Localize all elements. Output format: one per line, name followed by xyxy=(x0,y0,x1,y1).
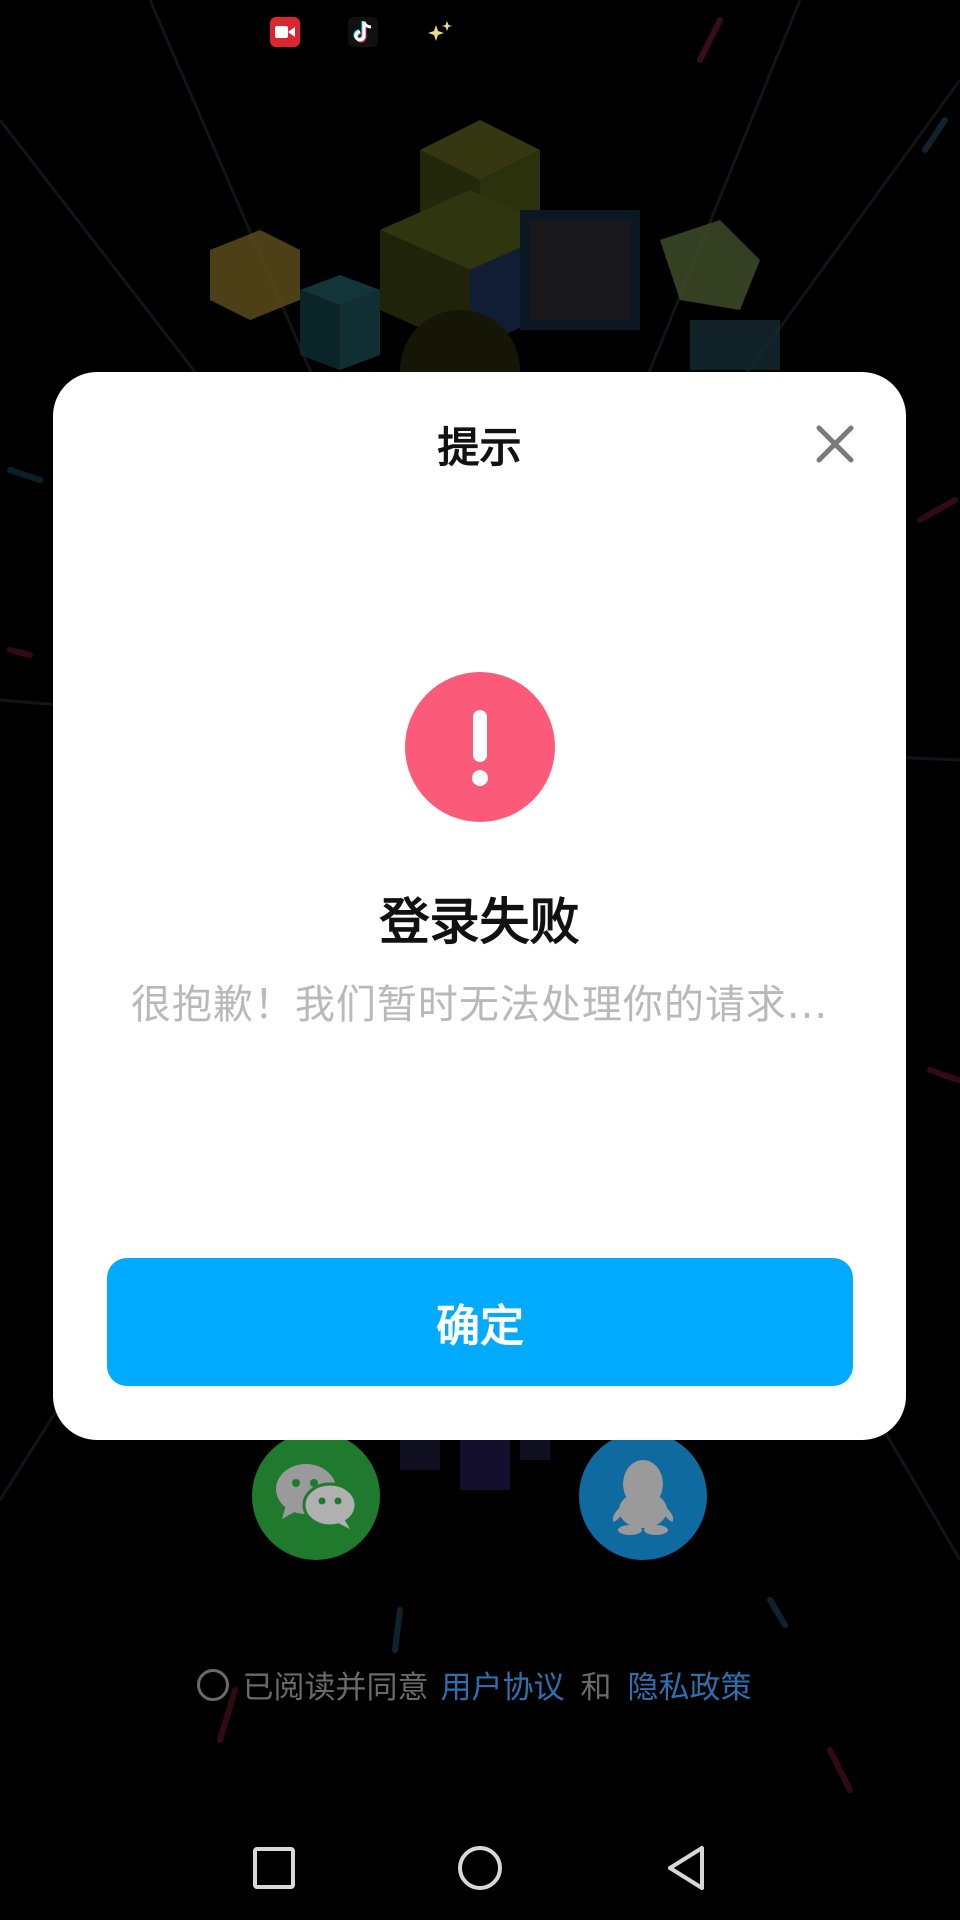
user-agreement-link[interactable]: 用户协议 xyxy=(441,1662,565,1707)
home-circle-icon xyxy=(458,1846,502,1890)
back-button[interactable] xyxy=(658,1840,714,1896)
close-button[interactable] xyxy=(811,420,859,468)
back-triangle-icon xyxy=(668,1846,704,1890)
home-button[interactable] xyxy=(452,1840,508,1896)
agreement-row: 已阅读并同意 用户协议 和 隐私政策 xyxy=(0,1662,960,1707)
video-app-icon xyxy=(270,17,300,47)
tiktok-icon xyxy=(348,17,378,47)
wechat-login-button[interactable] xyxy=(252,1432,380,1560)
error-message: 很抱歉！我们暂时无法处理你的请求... xyxy=(130,982,829,1028)
navigation-bar xyxy=(0,1810,960,1920)
recents-button[interactable] xyxy=(246,1840,302,1896)
exclamation-icon xyxy=(405,672,555,822)
qq-icon xyxy=(612,1460,674,1535)
status-bar xyxy=(0,0,960,64)
login-failed-dialog: 提示 登录失败 很抱歉！我们暂时无法处理你的请求... 确定 xyxy=(53,372,906,1440)
close-icon xyxy=(816,425,854,463)
error-title: 登录失败 xyxy=(379,893,580,951)
recents-square-icon xyxy=(253,1847,295,1889)
agreement-radio[interactable] xyxy=(196,1668,229,1701)
agreement-and: 和 xyxy=(580,1670,612,1706)
wechat-icon xyxy=(276,1464,358,1529)
qq-login-button[interactable] xyxy=(579,1432,707,1560)
sparkle-icon xyxy=(426,17,456,47)
confirm-button[interactable]: 确定 xyxy=(107,1258,853,1386)
agreement-prefix: 已阅读并同意 xyxy=(242,1670,429,1706)
privacy-policy-link[interactable]: 隐私政策 xyxy=(628,1662,752,1707)
dialog-title: 提示 xyxy=(437,423,522,472)
